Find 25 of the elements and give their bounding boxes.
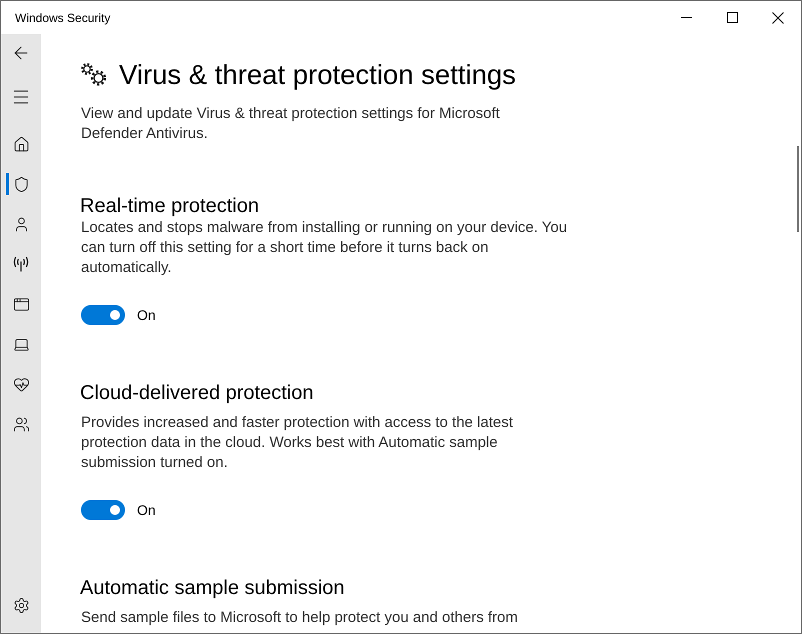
- gears-icon: [80, 62, 107, 88]
- section-description: Locates and stops malware from installing or running on your device. You can turn off this setting for a short time before it turns back on automatically.: [81, 218, 568, 278]
- section-description: Send sample files to Microsoft to help protect you and others from: [81, 608, 519, 628]
- section-heading: Automatic sample submission: [80, 576, 346, 600]
- home-icon: [12, 136, 30, 152]
- toggle-switch[interactable]: [81, 305, 125, 325]
- page-description: View and update Virus & threat protection settings for Microsoft Defender Antivirus.: [81, 104, 501, 144]
- page-title: Virus & threat protection settings: [119, 58, 516, 92]
- scrollbar-thumb[interactable]: [797, 146, 799, 232]
- people-icon: [12, 416, 30, 432]
- section-description: Provides increased and faster protection with access to the latest protection data in the cloud. Works best with Automatic sample submission turned on.: [81, 413, 514, 473]
- maximize-icon: [726, 12, 738, 23]
- toggle-label: On: [137, 502, 156, 518]
- antenna-icon: [12, 256, 30, 272]
- settings-icon: [12, 596, 30, 614]
- toggle-switch[interactable]: [81, 500, 125, 520]
- section-heading: Real-time protection: [80, 194, 260, 218]
- browser-window-icon: [12, 296, 30, 312]
- section-heading: Cloud-delivered protection: [80, 381, 314, 405]
- shield-icon: [12, 176, 30, 192]
- minimize-icon: [680, 17, 692, 18]
- toggle-label: On: [137, 307, 156, 323]
- window-title: Windows Security: [14, 10, 112, 24]
- close-icon: [772, 12, 784, 24]
- heart-pulse-icon: [12, 376, 30, 392]
